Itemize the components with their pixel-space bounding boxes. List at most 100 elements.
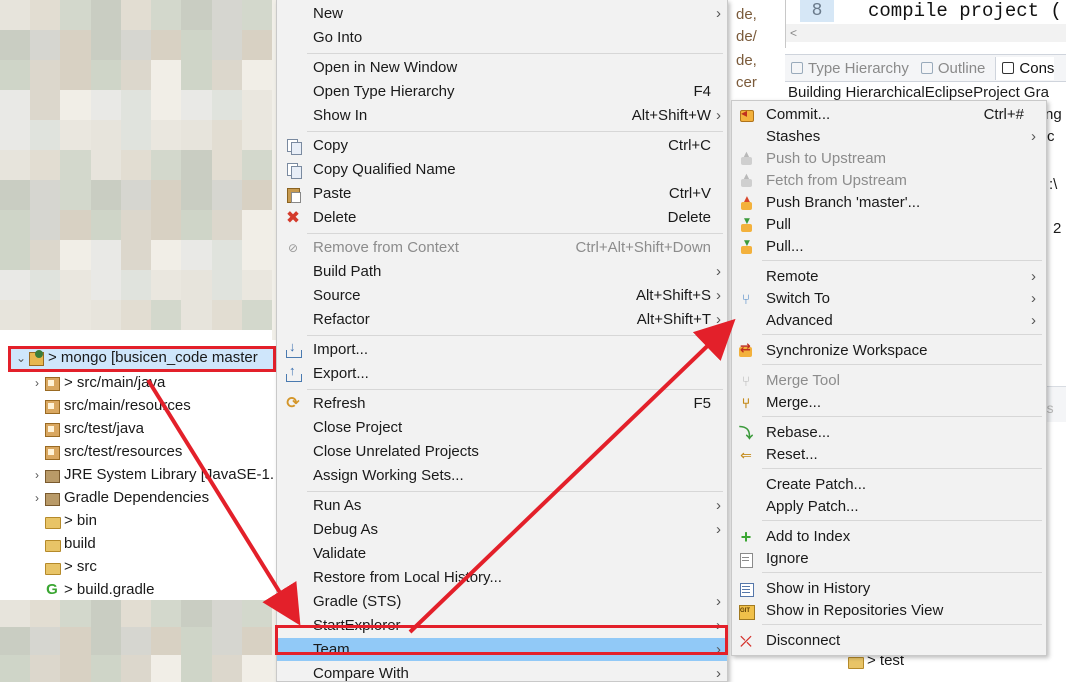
menu-item-label: Run As [313, 497, 362, 514]
blur-cell [90, 210, 121, 240]
tree-item-project-root-label[interactable]: ⌄ > mongo [busicen_code master [14, 346, 258, 369]
menu-item-build-path[interactable]: Build Path › [277, 260, 727, 283]
blur-cell [60, 0, 91, 30]
export-icon [285, 363, 302, 382]
menu-item-merge[interactable]: ⑂ Merge... [732, 391, 1046, 414]
delete-icon: ✖ [285, 208, 301, 227]
menu-item-label: Disconnect [766, 632, 841, 649]
menu-item-refresh[interactable]: ⟳ Refresh F5 [277, 392, 727, 415]
expand-arrow-icon[interactable]: › [30, 491, 44, 505]
tree-item[interactable]: > bin [30, 509, 97, 532]
menu-item-switch-to[interactable]: ⑂ Switch To › [732, 287, 1046, 310]
menu-item-rebase[interactable]: ⤵ Rebase... [732, 421, 1046, 444]
menu-item-refactor[interactable]: Refactor Alt+Shift+T › [277, 308, 727, 331]
menu-item-label: Compare With [313, 665, 409, 682]
menu-item-create-patch[interactable]: Create Patch... [732, 473, 1046, 496]
blur-cell [90, 627, 121, 655]
collapse-arrow-icon[interactable]: ⌄ [14, 351, 28, 365]
menu-item-delete[interactable]: ✖ Delete Delete [277, 206, 727, 229]
menu-item-close-unrelated-projects[interactable]: Close Unrelated Projects [277, 440, 727, 463]
menu-item-gradle-sts[interactable]: Gradle (STS) › [277, 590, 727, 613]
horizontal-scrollbar[interactable]: < [786, 24, 1066, 42]
tree-item[interactable]: src/test/java [30, 417, 144, 440]
menu-item-copy-qualified-name[interactable]: Copy Qualified Name [277, 158, 727, 181]
menu-item-synchronize-workspace[interactable]: Synchronize Workspace [732, 339, 1046, 362]
menu-item-disconnect[interactable]: ⤫ Disconnect [732, 629, 1046, 652]
blur-cell [0, 240, 31, 270]
merge-icon: ⑂ [741, 395, 751, 411]
menu-item-add-to-index[interactable]: + Add to Index [732, 525, 1046, 548]
blur-cell [151, 654, 182, 682]
menu-item-reset[interactable]: ⇐ Reset... [732, 443, 1046, 466]
blur-cell [90, 0, 121, 30]
expand-arrow-icon[interactable]: › [30, 468, 44, 482]
menu-item-new[interactable]: New › [277, 2, 727, 25]
menu-item-ignore[interactable]: Ignore [732, 547, 1046, 570]
menu-item-paste[interactable]: Paste Ctrl+V [277, 182, 727, 205]
blur-cell [120, 300, 152, 330]
menu-item-label: Build Path [313, 263, 382, 280]
menu-item-stashes[interactable]: Stashes › [732, 125, 1046, 148]
library-icon [44, 467, 60, 483]
tree-item[interactable]: build [30, 532, 96, 555]
menu-item-show-in-history[interactable]: Show in History [732, 577, 1046, 600]
reset-icon: ⇐ [740, 447, 752, 463]
menu-item-assign-working-sets[interactable]: Assign Working Sets... [277, 464, 727, 487]
expand-arrow-icon[interactable]: › [30, 376, 44, 390]
menu-item-fetch-from-upstream: Fetch from Upstream [732, 169, 1046, 192]
blur-cell [241, 120, 272, 150]
blur-cell [181, 120, 212, 150]
menu-item-run-as[interactable]: Run As › [277, 494, 727, 517]
menu-item-open-type-hierarchy[interactable]: Open Type Hierarchy F4 [277, 80, 727, 103]
tab-console[interactable]: Cons [995, 56, 1055, 80]
menu-item-show-in[interactable]: Show In Alt+Shift+W › [277, 104, 727, 127]
menu-item-source[interactable]: Source Alt+Shift+S › [277, 284, 727, 307]
menu-item-open-in-new-window[interactable]: Open in New Window [277, 56, 727, 79]
menu-item-pull[interactable]: Pull... [732, 235, 1046, 258]
menu-item-pull[interactable]: Pull [732, 213, 1046, 236]
tab-outline[interactable]: Outline [920, 60, 985, 77]
menu-item-validate[interactable]: Validate [277, 542, 727, 565]
menu-item-show-in-repositories-view[interactable]: Show in Repositories View [732, 599, 1046, 622]
menu-item-remote[interactable]: Remote › [732, 265, 1046, 288]
tree-item[interactable]: src/test/resources [30, 440, 182, 463]
menu-item-label: Source [313, 287, 361, 304]
menu-item-go-into[interactable]: Go Into [277, 26, 727, 49]
library-icon [44, 490, 60, 506]
blur-cell [30, 210, 61, 240]
tab-type-hierarchy[interactable]: Type Hierarchy [791, 60, 909, 77]
menu-item-apply-patch[interactable]: Apply Patch... [732, 495, 1046, 518]
tree-item[interactable]: G > build.gradle [30, 578, 154, 601]
tree-item[interactable]: › Gradle Dependencies [30, 486, 209, 509]
blur-cell [30, 627, 61, 655]
menu-item-commit[interactable]: Commit... Ctrl+# [732, 103, 1046, 126]
menu-item-debug-as[interactable]: Debug As › [277, 518, 727, 541]
menu-item-copy[interactable]: Copy Ctrl+C [277, 134, 727, 157]
menu-item-export[interactable]: Export... [277, 362, 727, 385]
blur-cell [0, 90, 31, 120]
menu-item-shortcut: Delete [667, 209, 711, 226]
menu-item-shortcut: Ctrl+# [983, 106, 1024, 123]
tree-item-label: > bin [64, 512, 97, 529]
menu-item-shortcut: Alt+Shift+S [635, 287, 711, 304]
menu-item-import[interactable]: Import... [277, 338, 727, 361]
menu-item-advanced[interactable]: Advanced › [732, 309, 1046, 332]
tree-item[interactable]: > src [30, 555, 97, 578]
view-tab-bar: Type Hierarchy Outline Cons [785, 54, 1066, 82]
menu-item-push-branch-master[interactable]: Push Branch 'master'... [732, 191, 1046, 214]
scroll-left-icon[interactable]: < [790, 26, 797, 40]
code-editor[interactable]: 8 compile project (' < [785, 0, 1066, 48]
menu-item-restore-from-local-history[interactable]: Restore from Local History... [277, 566, 727, 589]
tab-label: Cons [1019, 59, 1055, 77]
code-line[interactable]: compile project (' [868, 0, 1066, 22]
blur-cell [211, 0, 242, 30]
import-icon [285, 339, 302, 358]
tree-item[interactable]: › JRE System Library [JavaSE-1. [30, 463, 274, 486]
menu-item-shortcut: F5 [693, 395, 711, 412]
menu-item-close-project[interactable]: Close Project [277, 416, 727, 439]
blur-cell [151, 300, 182, 330]
menu-item-compare-with[interactable]: Compare With › [277, 662, 727, 682]
tree-item[interactable]: › > src/main/java [30, 371, 165, 394]
tree-item[interactable]: src/main/resources [30, 394, 191, 417]
menu-item-label: Pull [766, 216, 792, 233]
